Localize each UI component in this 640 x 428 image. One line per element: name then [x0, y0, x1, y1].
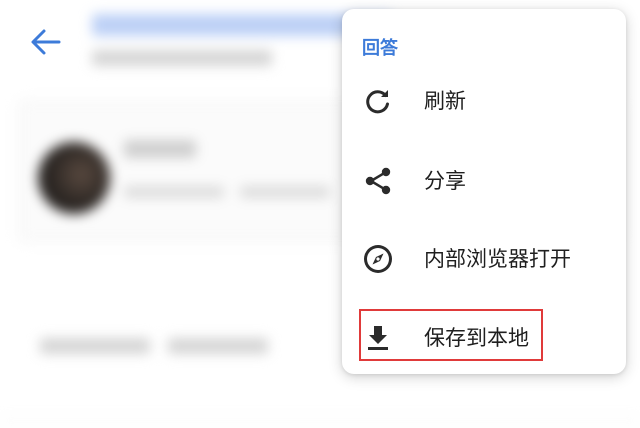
- menu-item-refresh[interactable]: 刷新: [342, 69, 626, 133]
- menu-item-open-in-browser[interactable]: 内部浏览器打开: [342, 227, 626, 291]
- menu-item-share[interactable]: 分享: [342, 149, 626, 213]
- menu-item-save-local[interactable]: 保存到本地: [342, 306, 626, 370]
- blurred-text-line: [168, 338, 268, 354]
- blurred-author-name: [124, 140, 196, 158]
- compass-icon: [362, 243, 394, 275]
- blurred-author-meta: [240, 186, 330, 198]
- overflow-menu: 回答 刷新 分享 内部浏览器打开 保存到本地: [342, 9, 626, 374]
- share-icon: [362, 165, 394, 197]
- blurred-text-line: [40, 338, 150, 354]
- menu-item-label: 刷新: [424, 89, 466, 113]
- menu-item-label: 分享: [424, 169, 466, 193]
- arrow-left-icon[interactable]: [28, 26, 64, 58]
- divider: [0, 420, 640, 421]
- blurred-subtitle: [92, 50, 272, 66]
- menu-item-label: 保存到本地: [424, 326, 529, 350]
- menu-header: 回答: [362, 38, 398, 59]
- blurred-author-meta: [124, 186, 224, 198]
- refresh-icon: [362, 85, 394, 117]
- menu-item-label: 内部浏览器打开: [424, 247, 571, 271]
- avatar: [38, 142, 110, 214]
- download-icon: [362, 322, 394, 354]
